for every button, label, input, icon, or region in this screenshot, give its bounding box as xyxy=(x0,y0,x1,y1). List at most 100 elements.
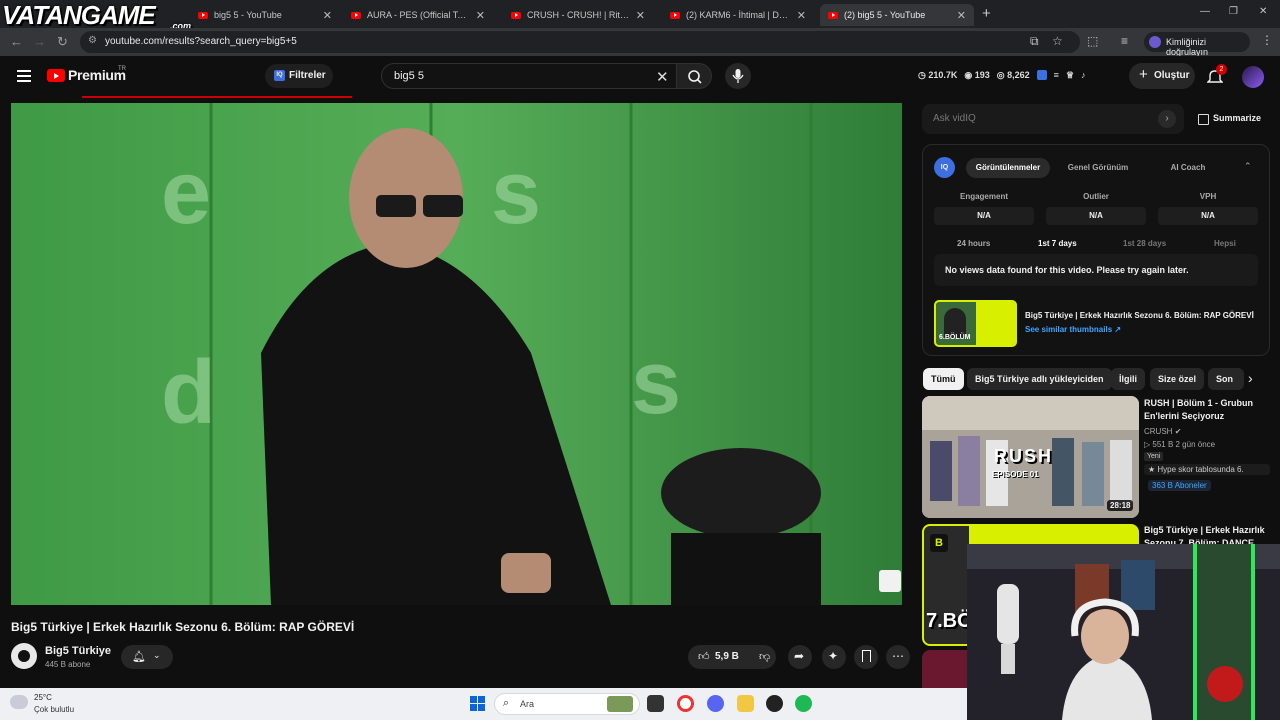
share-button[interactable]: ➦ xyxy=(788,645,812,669)
back-icon[interactable]: ← xyxy=(10,34,23,50)
like-icon[interactable]: 👍︎ xyxy=(698,650,710,663)
dislike-icon[interactable]: 👎︎ xyxy=(759,650,770,663)
like-dislike-group: 👍︎ 5,9 B 👎︎ xyxy=(688,645,776,669)
recommendation-title[interactable]: Big5 Türkiye | Erkek Hazırlık Sezonu 7. … xyxy=(1144,524,1268,544)
video-player[interactable]: e s d s xyxy=(11,103,902,605)
youtube-header: Premium TR IQ Filtreler big5 5 ✕ ◷ 210.7… xyxy=(0,56,1280,98)
recommendation-channel[interactable]: CRUSH ✔ xyxy=(1144,427,1181,436)
verified-icon: ✔ xyxy=(1174,427,1182,436)
recommendation-thumbnail[interactable]: RUSH EPISODE 01 xyxy=(922,396,1139,518)
tab-overview[interactable]: Genel Görünüm xyxy=(1058,158,1138,178)
sparkle-icon: ✦ xyxy=(828,649,839,663)
install-icon[interactable]: ⧉ xyxy=(1030,34,1039,49)
vidiq-menu-icon[interactable]: ≡ xyxy=(1054,70,1059,81)
forward-icon[interactable]: → xyxy=(33,34,46,50)
browser-menu-icon[interactable]: ⋮ xyxy=(1261,33,1273,47)
ask-vidiq-input[interactable]: Ask vidIQ › xyxy=(922,104,1184,134)
minimize-button[interactable]: — xyxy=(1200,6,1210,17)
taskbar-search-input[interactable]: ⌕ Ara xyxy=(494,693,640,715)
save-button[interactable] xyxy=(854,645,878,669)
see-similar-thumbnails-link[interactable]: See similar thumbnails ↗ xyxy=(1025,325,1121,334)
chip-related[interactable]: İlgili xyxy=(1111,368,1145,390)
bookmark-star-icon[interactable]: ☆ xyxy=(1052,34,1063,48)
tab-close-icon[interactable]: ✕ xyxy=(323,9,332,22)
trophy-icon[interactable]: ♕ xyxy=(1066,70,1074,81)
maximize-button[interactable]: ❐ xyxy=(1229,6,1238,17)
summarize-button[interactable]: Summarize xyxy=(1198,113,1261,125)
recommendation-thumbnail[interactable] xyxy=(922,650,967,688)
search-button[interactable] xyxy=(676,63,712,89)
tab-close-icon[interactable]: ✕ xyxy=(797,9,806,22)
search-input[interactable]: big5 5 ✕ xyxy=(381,63,677,89)
cloud-weather-icon[interactable] xyxy=(10,695,28,709)
youtube-favicon-icon xyxy=(828,11,838,19)
chrome-icon[interactable] xyxy=(677,695,694,712)
tab-views[interactable]: Görüntülenmeler xyxy=(966,158,1050,178)
channel-avatar[interactable] xyxy=(11,643,37,669)
like-count[interactable]: 5,9 B xyxy=(715,651,739,662)
vidiq-bell-icon[interactable]: ♪ xyxy=(1081,70,1086,81)
range-24-hours[interactable]: 24 hours xyxy=(957,239,990,248)
hamburger-menu-icon[interactable] xyxy=(17,70,31,82)
tab-close-icon[interactable]: ✕ xyxy=(636,9,645,22)
close-window-button[interactable]: ✕ xyxy=(1259,6,1267,17)
browser-tab-active[interactable]: (2) big5 5 - YouTube ✕ xyxy=(820,4,974,26)
recommendation-meta: ▷ 551 B 2 gün önce xyxy=(1144,440,1216,449)
voice-search-button[interactable] xyxy=(725,63,751,89)
profile-button[interactable]: Kimliğinizi doğrulayın xyxy=(1144,32,1250,57)
create-button[interactable]: + Oluştur xyxy=(1129,63,1195,89)
site-settings-icon[interactable]: ⚙ xyxy=(88,35,97,46)
chip-from-uploader[interactable]: Big5 Türkiye adlı yükleyiciden xyxy=(967,368,1112,390)
more-actions-button[interactable]: ⋯ xyxy=(886,645,910,669)
range-first-28-days[interactable]: 1st 28 days xyxy=(1123,239,1166,248)
ask-ai-button[interactable]: ✦ xyxy=(822,645,846,669)
current-thumbnail[interactable]: 6.BÖLÜM xyxy=(934,300,1017,347)
collapse-chevron-icon[interactable]: ⌃ xyxy=(1244,161,1252,172)
browser-tab[interactable]: big5 5 - YouTube ✕ xyxy=(190,4,340,26)
task-view-icon[interactable] xyxy=(647,695,664,712)
clear-search-icon[interactable]: ✕ xyxy=(656,68,669,86)
big5-logo-icon: B xyxy=(930,534,948,552)
reload-icon[interactable]: ↻ xyxy=(57,34,68,50)
chip-recent[interactable]: Son xyxy=(1208,368,1244,390)
windows-start-icon[interactable] xyxy=(470,696,485,711)
subscription-bell-button[interactable]: 🔔︎ ⌄ xyxy=(121,645,173,669)
youtube-logo-icon[interactable] xyxy=(47,69,65,82)
tab-title: CRUSH - CRUSH! | Ritme Göre Dans xyxy=(527,10,631,20)
tab-close-icon[interactable]: ✕ xyxy=(476,9,485,22)
weather-description[interactable]: Çok bulutlu xyxy=(34,705,74,714)
browser-tab[interactable]: CRUSH - CRUSH! | Ritme Göre Dans ✕ xyxy=(503,4,653,26)
new-tab-button[interactable]: + xyxy=(982,5,991,22)
chips-next-arrow-icon[interactable]: › xyxy=(1248,370,1253,386)
channel-name[interactable]: Big5 Türkiye xyxy=(45,645,111,657)
notification-badge: 2 xyxy=(1216,64,1227,75)
url-field[interactable]: ⚙ youtube.com/results?search_query=big5+… xyxy=(80,31,1080,53)
range-first-7-days[interactable]: 1st 7 days xyxy=(1038,239,1077,248)
file-explorer-icon[interactable] xyxy=(737,695,754,712)
create-label: Oluştur xyxy=(1154,70,1190,81)
account-avatar[interactable] xyxy=(1242,66,1264,88)
chip-for-you[interactable]: Size özel xyxy=(1150,368,1205,390)
channel-watermark-icon[interactable] xyxy=(879,570,901,592)
media-control-icon[interactable]: ≡ xyxy=(1121,34,1128,48)
extensions-icon[interactable]: ⬚ xyxy=(1087,34,1098,48)
discord-icon[interactable] xyxy=(707,695,724,712)
recommendation-title[interactable]: RUSH | Bölüm 1 - Grubun En'lerini Seçiyo… xyxy=(1144,397,1268,423)
vidiq-logo-icon: IQ xyxy=(934,157,955,178)
browser-tab[interactable]: (2) KARM6 - İhtimal | DANS PRATİĞİ ✕ xyxy=(662,4,814,26)
spotify-icon[interactable] xyxy=(795,695,812,712)
send-arrow-icon[interactable]: › xyxy=(1158,110,1176,128)
vidiq-icon[interactable] xyxy=(1036,70,1047,80)
weather-temperature[interactable]: 25°C xyxy=(34,693,52,702)
vidiq-filters-button[interactable]: IQ Filtreler xyxy=(265,64,333,88)
browser-tab[interactable]: AURA - PES (Official Teaser) - YouTube ✕ xyxy=(343,4,493,26)
tab-title: (2) big5 5 - YouTube xyxy=(844,10,926,20)
tab-ai-coach[interactable]: AI Coach xyxy=(1150,158,1226,178)
range-all[interactable]: Hepsi xyxy=(1214,239,1236,248)
obs-icon[interactable] xyxy=(766,695,783,712)
taskbar-search-placeholder: Ara xyxy=(520,699,535,709)
chip-all[interactable]: Tümü xyxy=(923,368,964,390)
windows-taskbar: 25°C Çok bulutlu ⌕ Ara xyxy=(0,688,967,720)
tab-close-icon[interactable]: ✕ xyxy=(957,9,966,22)
svg-text:d: d xyxy=(161,343,216,443)
